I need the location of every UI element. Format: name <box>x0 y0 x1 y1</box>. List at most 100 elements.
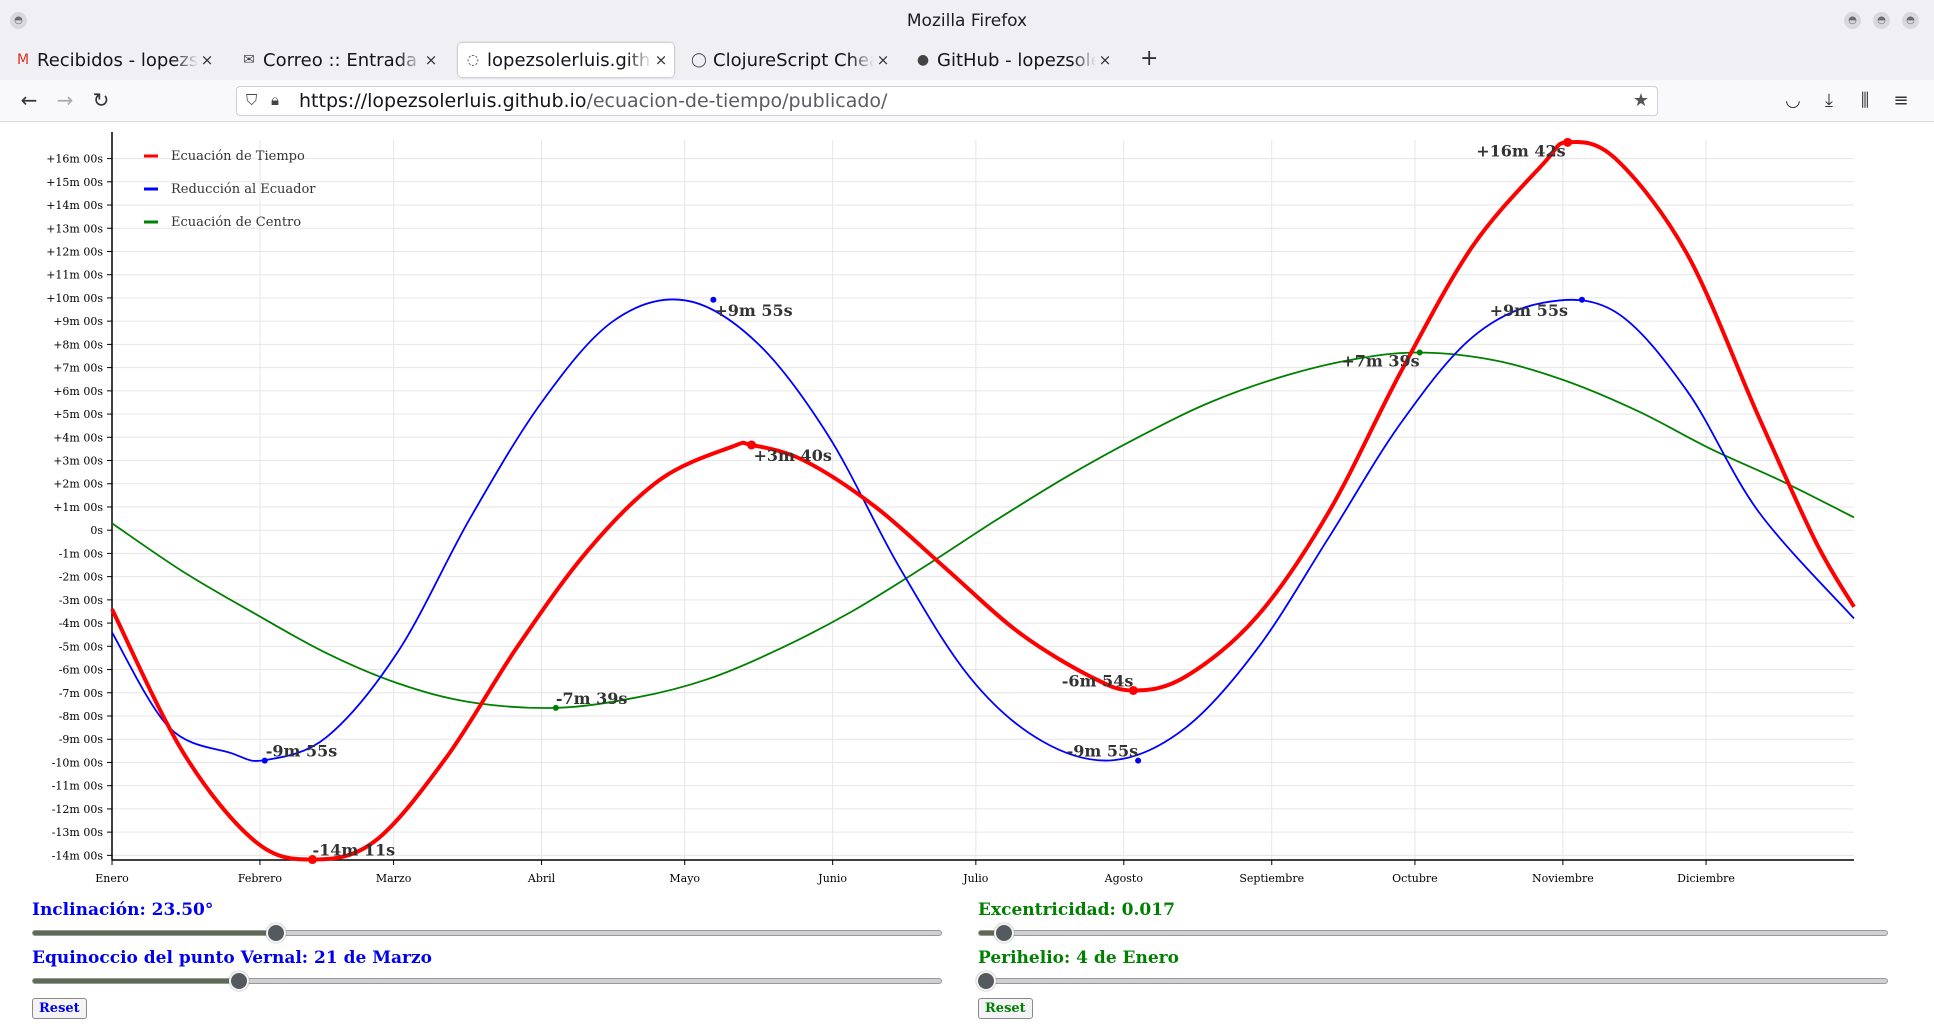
minimize-icon[interactable]: ◓ <box>1844 12 1861 29</box>
legend-label: Ecuación de Centro <box>171 215 301 230</box>
y-tick-label: +4m 00s <box>53 431 103 444</box>
y-tick-label: +14m 00s <box>46 199 103 212</box>
pocket-icon[interactable]: ◡ <box>1781 90 1805 111</box>
tab-label: lopezsolerluis.github <box>487 49 652 71</box>
perihelio-slider[interactable] <box>976 971 1888 991</box>
equation-of-time-chart: +16m 00s +15m 00s +14m 00s +13m 00s +12m 00s… <box>46 132 1856 885</box>
equinoccio-slider[interactable] <box>32 971 942 991</box>
y-tick-label: -5m 00s <box>59 640 104 653</box>
extremum-label: -7m 39s <box>556 689 628 708</box>
extremum-dot <box>1578 296 1585 303</box>
y-tick-label: +3m 00s <box>53 455 103 468</box>
x-tick-label: Agosto <box>1104 872 1144 885</box>
slider-thumb[interactable] <box>976 971 997 991</box>
y-tick-label: +9m 00s <box>53 315 103 328</box>
tab-label: Correo :: Entrada <box>263 49 418 71</box>
y-tick-label: -10m 00s <box>52 756 104 769</box>
equinoccio-label: Equinoccio del punto Vernal: 21 de Marzo <box>32 948 432 968</box>
close-window-icon[interactable]: ◓ <box>1902 12 1919 29</box>
y-tick-label: -13m 00s <box>52 826 104 839</box>
close-tab-icon[interactable]: × <box>198 51 216 69</box>
close-tab-icon[interactable]: × <box>422 51 440 69</box>
shield-icon[interactable]: ⛉ <box>246 91 257 109</box>
tab-bar: M Recibidos - lopezsol × ✉ Correo :: Entrada… <box>0 38 1934 80</box>
x-tick-label: Febrero <box>238 872 283 885</box>
window-title: Mozilla Firefox <box>906 11 1028 31</box>
back-icon[interactable]: ← <box>16 88 42 112</box>
y-tick-label: -14m 00s <box>52 849 104 862</box>
reload-icon[interactable]: ↻ <box>88 88 114 112</box>
y-tick-label: +7m 00s <box>53 362 103 375</box>
y-tick-label: -7m 00s <box>59 687 104 700</box>
x-tick-label: Octubre <box>1392 872 1438 885</box>
reset-green-button[interactable]: Reset <box>978 998 1033 1019</box>
y-tick-label: -9m 00s <box>59 733 104 746</box>
y-tick-label: 0s <box>90 524 103 537</box>
download-icon[interactable]: ⤓ <box>1817 90 1841 111</box>
extremum-label: +9m 55s <box>1490 301 1568 320</box>
y-tick-label: +10m 00s <box>46 292 103 305</box>
tab-4[interactable]: ◯ ClojureScript Cheat × <box>684 43 896 77</box>
new-tab-button[interactable]: + <box>1140 46 1158 71</box>
gmail-icon: M <box>16 52 30 68</box>
series-line-1 <box>110 139 1856 862</box>
slider-thumb[interactable] <box>228 971 249 991</box>
x-tick-label: Julio <box>962 872 989 885</box>
x-tick-label: Mayo <box>669 872 700 885</box>
y-tick-label: -12m 00s <box>52 803 104 816</box>
maximize-icon[interactable]: ◓ <box>1873 12 1890 29</box>
y-tick-label: +6m 00s <box>53 385 103 398</box>
bookmark-star-icon[interactable]: ★ <box>1633 90 1649 111</box>
y-tick-label: -2m 00s <box>59 571 104 584</box>
inclinacion-slider[interactable] <box>32 923 942 943</box>
excentricidad-slider[interactable] <box>978 923 1888 943</box>
url-text[interactable]: https://lopezsolerluis.github.io/ecuacio… <box>299 90 887 112</box>
slider-thumb[interactable] <box>265 923 286 943</box>
tab-2[interactable]: ✉ Correo :: Entrada × <box>234 43 444 77</box>
excentricidad-label: Excentricidad: 0.017 <box>978 900 1175 920</box>
tab-label: Recibidos - lopezsol <box>37 49 198 71</box>
y-tick-label: -8m 00s <box>59 710 104 723</box>
y-tick-label: +1m 00s <box>53 501 103 514</box>
y-tick-label: +15m 00s <box>46 176 103 189</box>
x-tick-label: Abril <box>527 872 556 885</box>
extremum-label: +3m 40s <box>754 446 832 465</box>
site-icon: ◌ <box>466 52 480 68</box>
page-content: +16m 00s +15m 00s +14m 00s +13m 00s +12m 00s… <box>0 122 1934 1036</box>
tab-label: GitHub - lopezsolerl <box>937 49 1096 71</box>
title-bar: ◓ Mozilla Firefox ◓ ◓ ◓ <box>0 0 1934 42</box>
extremum-label: -14m 11s <box>312 841 395 860</box>
forward-icon[interactable]: → <box>52 88 78 112</box>
close-tab-icon[interactable]: × <box>1096 51 1114 69</box>
extremum-label: -9m 55s <box>1067 742 1139 761</box>
y-tick-label: +12m 00s <box>46 245 103 258</box>
extremum-label: -6m 54s <box>1062 671 1134 690</box>
lock-icon[interactable]: 🔒︎ <box>271 91 279 109</box>
clojure-icon: ◯ <box>691 52 707 68</box>
github-icon: ● <box>916 52 930 68</box>
slider-fill <box>33 931 276 935</box>
close-tab-icon[interactable]: × <box>652 51 670 69</box>
y-tick-label: -3m 00s <box>59 594 104 607</box>
perihelio-label: Perihelio: 4 de Enero <box>978 948 1179 968</box>
x-tick-label: Marzo <box>376 872 412 885</box>
library-icon[interactable]: ⫼ <box>1853 90 1877 111</box>
y-tick-label: +11m 00s <box>46 269 103 282</box>
x-tick-label: Septiembre <box>1239 872 1304 885</box>
reset-blue-button[interactable]: Reset <box>32 998 87 1019</box>
extremum-label: +9m 55s <box>714 301 792 320</box>
tab-3[interactable]: ◌ lopezsolerluis.github× <box>458 43 674 77</box>
slider-thumb[interactable] <box>993 923 1014 943</box>
close-tab-icon[interactable]: × <box>874 51 892 69</box>
extremum-label: +7m 39s <box>1341 352 1419 371</box>
legend-label: Ecuación de Tiempo <box>171 149 305 164</box>
menu-icon[interactable]: ≡ <box>1889 90 1913 111</box>
slider-fill <box>33 979 239 983</box>
extremum-label: -9m 55s <box>266 742 338 761</box>
url-bar[interactable]: ⛉ 🔒︎ https://lopezsolerluis.github.io/ec… <box>236 86 1658 116</box>
y-tick-label: -6m 00s <box>59 664 104 677</box>
tab-1[interactable]: M Recibidos - lopezsol × <box>8 43 220 77</box>
tab-5[interactable]: ● GitHub - lopezsolerl× <box>908 43 1118 77</box>
tab-label: ClojureScript Cheat <box>713 49 874 71</box>
legend-label: Reducción al Ecuador <box>171 182 316 197</box>
